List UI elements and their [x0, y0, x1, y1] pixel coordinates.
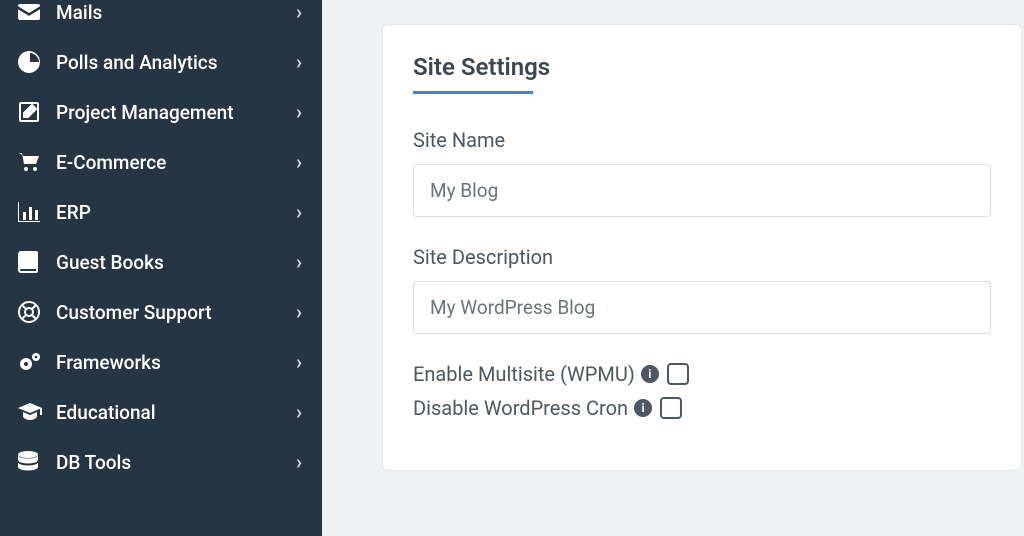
enable-multisite-label: Enable Multisite (WPMU)	[413, 362, 635, 386]
sidebar-item-label: Polls and Analytics	[56, 51, 296, 74]
sidebar-item-label: Guest Books	[56, 251, 296, 274]
cart-icon	[18, 152, 46, 172]
sidebar-item-db-tools[interactable]: DB Tools ›	[0, 437, 322, 487]
sidebar: Mails › Polls and Analytics › Project Ma…	[0, 0, 322, 536]
sidebar-item-label: Educational	[56, 401, 296, 424]
sidebar-item-guest-books[interactable]: Guest Books ›	[0, 237, 322, 287]
sidebar-item-label: Project Management	[56, 101, 296, 124]
bar-chart-icon	[18, 202, 46, 222]
enable-multisite-row: Enable Multisite (WPMU) i	[413, 362, 991, 386]
site-name-input[interactable]	[413, 164, 991, 217]
sidebar-item-label: Mails	[56, 1, 296, 24]
sidebar-item-project-management[interactable]: Project Management ›	[0, 87, 322, 137]
sidebar-item-label: Frameworks	[56, 351, 296, 374]
sidebar-item-label: E-Commerce	[56, 151, 296, 174]
sidebar-item-label: Customer Support	[56, 301, 296, 324]
disable-cron-label: Disable WordPress Cron	[413, 396, 628, 420]
chevron-right-icon: ›	[296, 150, 302, 174]
book-icon	[18, 251, 46, 273]
sidebar-item-polls-analytics[interactable]: Polls and Analytics ›	[0, 37, 322, 87]
sidebar-item-label: DB Tools	[56, 451, 296, 474]
life-ring-icon	[18, 301, 46, 323]
chevron-right-icon: ›	[296, 200, 302, 224]
edit-square-icon	[18, 101, 46, 123]
sidebar-item-educational[interactable]: Educational ›	[0, 387, 322, 437]
sidebar-item-mails[interactable]: Mails ›	[0, 0, 322, 37]
gears-icon	[18, 351, 46, 373]
graduation-cap-icon	[18, 403, 46, 421]
pie-chart-icon	[18, 51, 46, 73]
enable-multisite-checkbox[interactable]	[667, 363, 689, 385]
site-description-label: Site Description	[413, 245, 991, 269]
info-icon[interactable]: i	[634, 399, 652, 417]
chevron-right-icon: ›	[296, 300, 302, 324]
panel-title-underline	[413, 91, 533, 94]
site-name-label: Site Name	[413, 128, 991, 152]
chevron-right-icon: ›	[296, 450, 302, 474]
panel-title: Site Settings	[413, 53, 991, 81]
sidebar-item-customer-support[interactable]: Customer Support ›	[0, 287, 322, 337]
sidebar-item-frameworks[interactable]: Frameworks ›	[0, 337, 322, 387]
chevron-right-icon: ›	[296, 0, 302, 24]
chevron-right-icon: ›	[296, 50, 302, 74]
disable-cron-checkbox[interactable]	[660, 397, 682, 419]
chevron-right-icon: ›	[296, 400, 302, 424]
sidebar-item-ecommerce[interactable]: E-Commerce ›	[0, 137, 322, 187]
main-content: Site Settings Site Name Site Description…	[322, 0, 1024, 536]
disable-cron-row: Disable WordPress Cron i	[413, 396, 991, 420]
chevron-right-icon: ›	[296, 100, 302, 124]
site-settings-panel: Site Settings Site Name Site Description…	[382, 24, 1022, 471]
database-icon	[18, 451, 46, 473]
info-icon[interactable]: i	[641, 365, 659, 383]
sidebar-item-erp[interactable]: ERP ›	[0, 187, 322, 237]
site-description-input[interactable]	[413, 281, 991, 334]
chevron-right-icon: ›	[296, 350, 302, 374]
envelope-icon	[18, 4, 46, 20]
sidebar-item-label: ERP	[56, 201, 296, 224]
chevron-right-icon: ›	[296, 250, 302, 274]
